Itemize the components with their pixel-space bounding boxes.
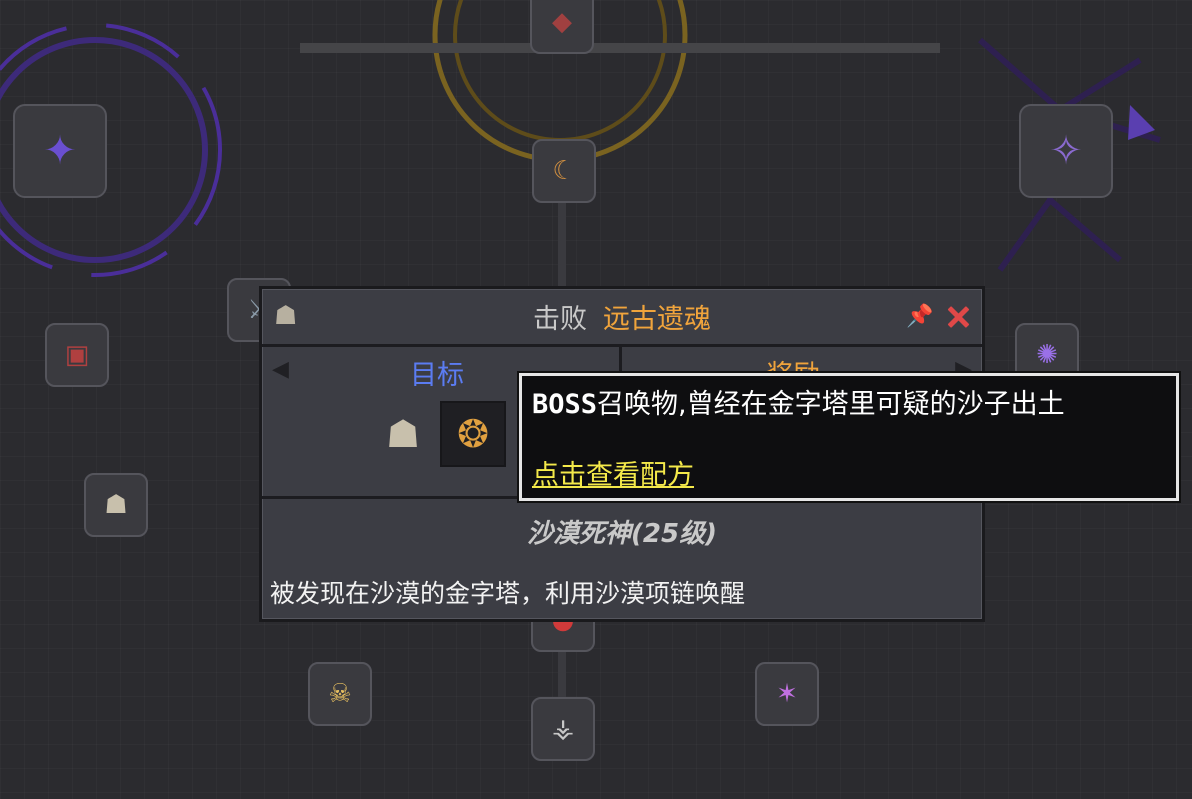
skeleton-icon: ☗	[104, 490, 128, 520]
void-cannon-icon: ✧	[1049, 128, 1083, 174]
item-tooltip: BOSS召唤物,曾经在金字塔里可疑的沙子出土 点击查看配方	[519, 373, 1179, 501]
quest-title-name: 远古遗魂	[603, 304, 711, 335]
amethyst-icon: ✺	[1036, 340, 1058, 370]
prev-arrow-icon[interactable]: ◀	[272, 357, 289, 382]
purple-gun-icon: ✦	[43, 128, 77, 174]
boss-name: 沙漠死神(25级)	[527, 519, 717, 549]
view-recipe-link[interactable]: 点击查看配方	[532, 453, 694, 492]
purple-star-icon: ✶	[776, 679, 798, 709]
close-icon[interactable]	[944, 303, 972, 331]
quest-node-top[interactable]: ◆	[530, 0, 594, 54]
target-amulet-item[interactable]: ❂	[440, 401, 506, 467]
quest-node-trident[interactable]: ⚶	[531, 697, 595, 761]
quest-node-skull-emblem[interactable]: ☠	[308, 662, 372, 726]
crescent-icon: ☾	[552, 156, 576, 186]
panel-header: ☗ 击败 远古遗魂 📌	[262, 289, 982, 347]
tooltip-boss-prefix: BOSS	[532, 389, 598, 420]
quest-node-void-cannon[interactable]: ✧	[1019, 104, 1113, 198]
pin-icon[interactable]: 📌	[906, 304, 934, 332]
target-label: 目标	[410, 360, 464, 391]
chest-icon: ▣	[64, 340, 90, 370]
trident-icon: ⚶	[551, 714, 575, 744]
tooltip-text: 召唤物,曾经在金字塔里可疑的沙子出土	[597, 389, 1065, 420]
target-skeleton-item[interactable]: ☗	[370, 401, 436, 467]
skeleton-icon: ☗	[385, 412, 421, 456]
quest-node-purple-star[interactable]: ✶	[755, 662, 819, 726]
quest-description-section: 沙漠死神(25级) 被发现在沙漠的金字塔，利用沙漠项链唤醒	[262, 496, 982, 619]
quest-node-chest[interactable]: ▣	[45, 323, 109, 387]
skeleton-icon: ☗	[274, 301, 298, 331]
skull-emblem-icon: ☠	[328, 679, 352, 709]
desert-amulet-icon: ❂	[457, 412, 489, 456]
quest-node-skeleton[interactable]: ☗	[84, 473, 148, 537]
quest-description: 被发现在沙漠的金字塔，利用沙漠项链唤醒	[270, 579, 746, 608]
quest-title-verb: 击败	[533, 304, 587, 335]
red-gem-icon: ◆	[552, 7, 572, 37]
quest-node-crescent[interactable]: ☾	[532, 139, 596, 203]
quest-node-purple-blaster[interactable]: ✦	[13, 104, 107, 198]
tooltip-description: BOSS召唤物,曾经在金字塔里可疑的沙子出土	[532, 382, 1166, 421]
